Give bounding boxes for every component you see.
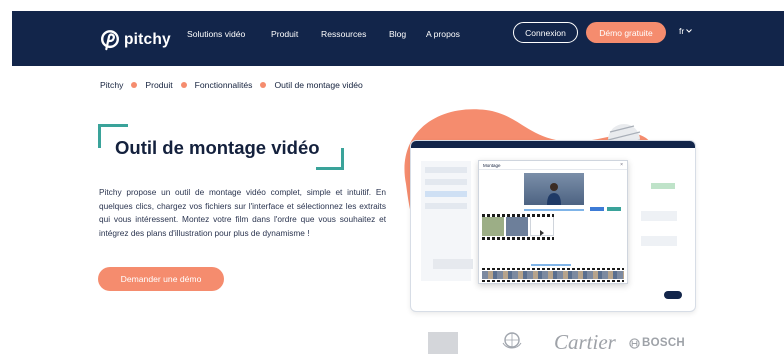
nav-blog[interactable]: Blog	[389, 29, 406, 39]
video-preview	[524, 173, 584, 205]
panel-block	[433, 259, 473, 269]
breadcrumb-separator-dot	[260, 82, 267, 88]
close-icon[interactable]: ×	[620, 161, 623, 170]
bosch-ring-icon	[629, 337, 640, 349]
decorative-bracket-bottom-right	[316, 148, 344, 170]
page: pitchy Solutions vidéo Produit Ressource…	[0, 0, 784, 355]
person-icon	[547, 183, 561, 205]
language-selector[interactable]: fr	[679, 26, 693, 36]
clip-thumbnail[interactable]	[506, 216, 528, 236]
breadcrumb-item-pitchy[interactable]: Pitchy	[100, 80, 123, 90]
language-label: fr	[679, 26, 685, 36]
breadcrumb-separator-dot	[180, 82, 187, 88]
timeline-marker	[531, 264, 571, 266]
request-demo-button[interactable]: Demander une démo	[98, 267, 224, 291]
modal-title: Montage	[483, 163, 501, 168]
clip-thumbnail[interactable]	[482, 216, 504, 236]
chat-widget-icon[interactable]	[664, 291, 682, 299]
cartier-logo: Cartier	[554, 330, 616, 354]
progress-line	[524, 209, 584, 211]
panel-block	[641, 236, 677, 246]
bosch-logo: BOSCH	[629, 337, 685, 349]
sidebar-row	[425, 167, 467, 173]
green-action-button[interactable]	[607, 207, 621, 211]
nav-solutions-video[interactable]: Solutions vidéo	[187, 29, 245, 39]
hero-description: Pitchy propose un outil de montage vidéo…	[99, 187, 386, 238]
page-title: Outil de montage vidéo	[115, 137, 320, 158]
who-emblem-icon	[502, 332, 522, 349]
breadcrumb-item-fonctionnalites[interactable]: Fonctionnalités	[195, 80, 253, 90]
blue-action-button[interactable]	[590, 207, 604, 211]
sidebar-row	[425, 179, 467, 185]
bosch-wordmark: BOSCH	[642, 337, 686, 349]
modal-header: Montage ×	[479, 161, 627, 170]
sidebar-row	[425, 203, 467, 209]
sidebar-row-selected	[425, 191, 467, 197]
top-navbar: pitchy Solutions vidéo Produit Ressource…	[12, 11, 784, 66]
breadcrumb-item-produit[interactable]: Produit	[145, 80, 172, 90]
editor-top-bar	[411, 141, 695, 148]
chevron-down-icon	[686, 29, 693, 33]
breadcrumb: Pitchy Produit Fonctionnalités Outil de …	[100, 80, 363, 90]
pitchy-logo-icon	[101, 30, 119, 51]
logo-wordmark: pitchy	[124, 31, 171, 48]
nav-produit[interactable]: Produit	[271, 29, 298, 39]
status-green-bar	[651, 183, 675, 189]
nav-ressources[interactable]: Ressources	[321, 29, 366, 39]
montage-modal: Montage ×	[478, 160, 628, 284]
film-perforation	[482, 237, 554, 240]
play-icon[interactable]	[540, 230, 544, 236]
connexion-button[interactable]: Connexion	[513, 22, 578, 43]
timeline-track[interactable]	[482, 271, 624, 279]
pitchy-logo[interactable]: pitchy	[99, 28, 171, 52]
demo-gratuite-button[interactable]: Démo gratuite	[586, 22, 666, 43]
panel-block	[641, 211, 677, 221]
client-logo-placeholder	[428, 332, 458, 354]
film-perforation	[482, 214, 554, 217]
breadcrumb-item-current: Outil de montage vidéo	[274, 80, 363, 90]
breadcrumb-separator-dot	[131, 82, 138, 88]
nav-a-propos[interactable]: A propos	[426, 29, 460, 39]
film-perforation	[482, 280, 624, 282]
film-perforation	[482, 268, 624, 270]
